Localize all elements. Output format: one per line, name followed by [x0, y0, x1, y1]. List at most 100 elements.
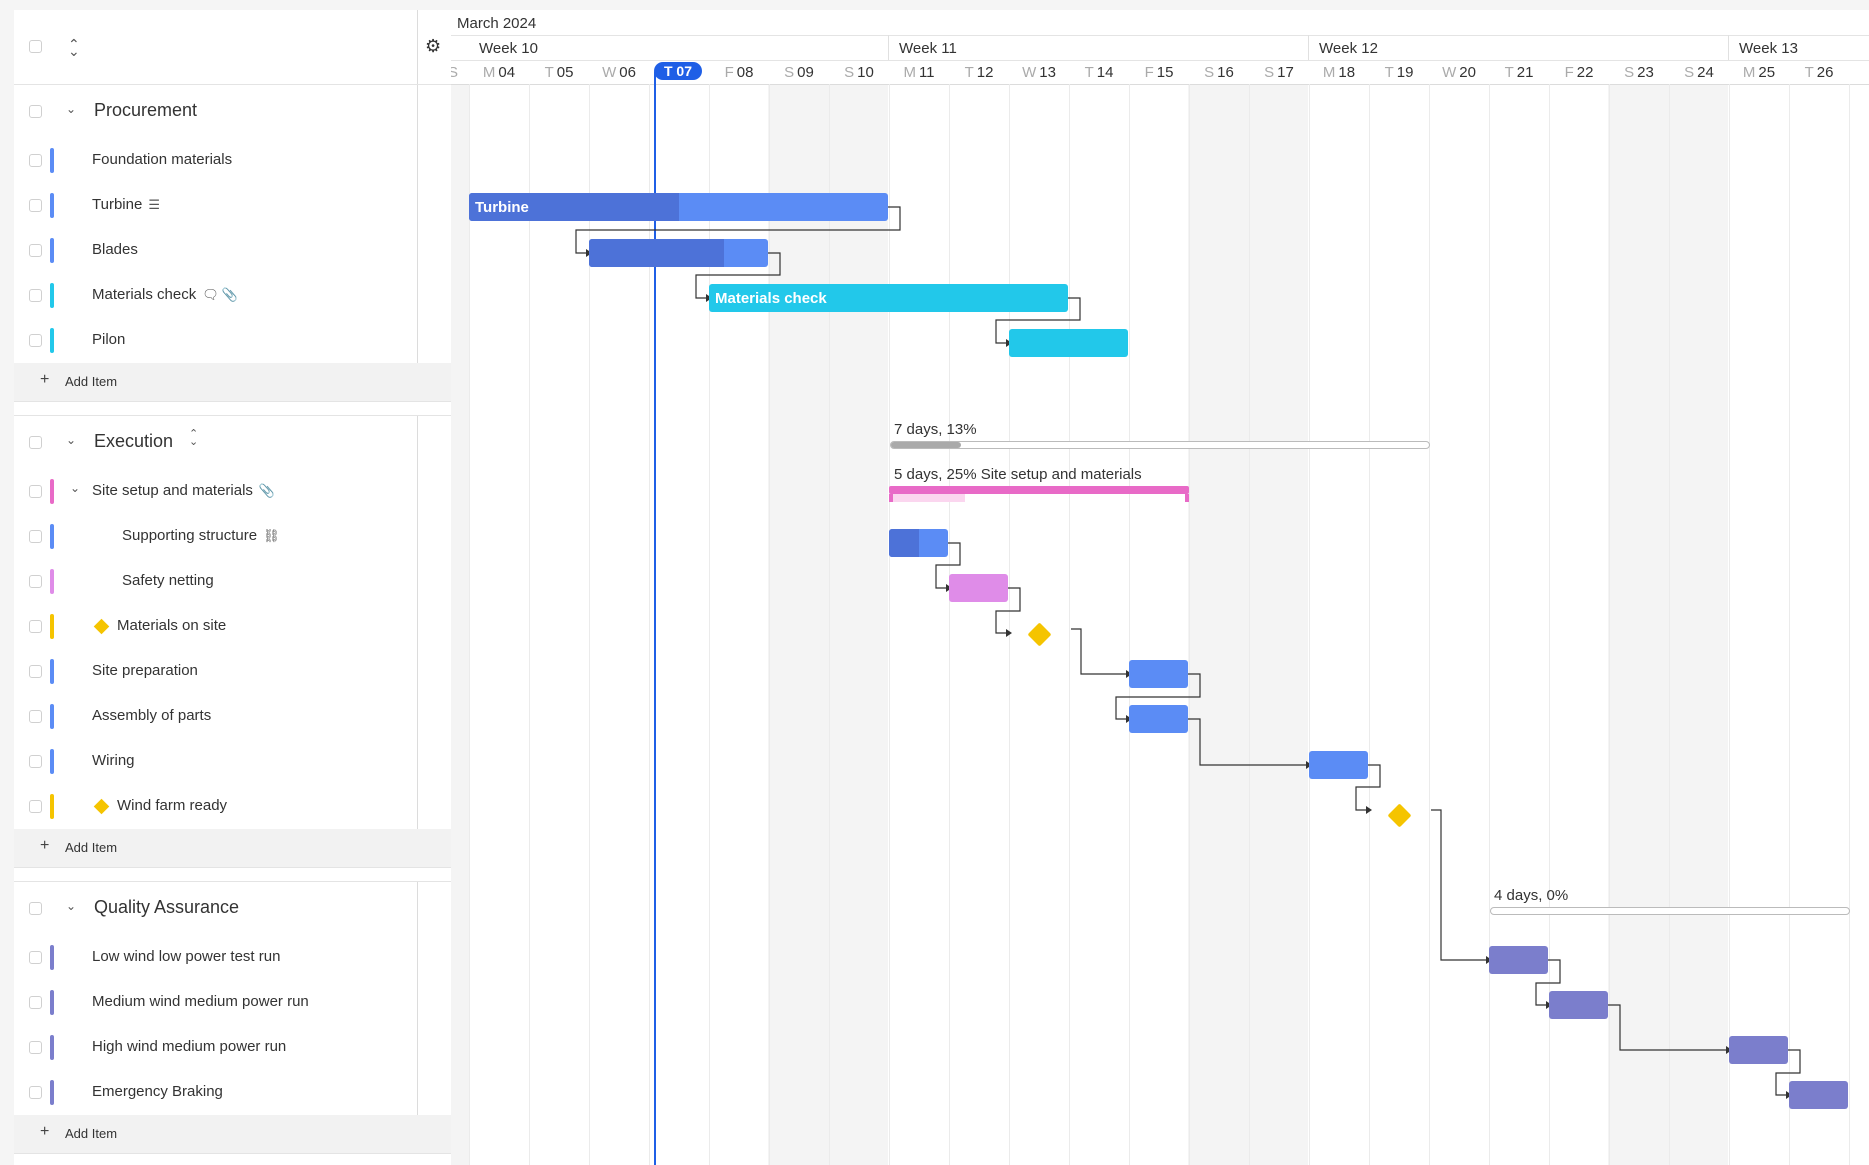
task-label: High wind medium power run [92, 1038, 287, 1055]
row-checkbox[interactable] [29, 575, 42, 588]
notes-icon[interactable]: ☰ [148, 197, 160, 213]
task-bar-high-wind[interactable] [1729, 1036, 1788, 1064]
task-label: Site setup and materials [92, 482, 253, 499]
task-bar-label: Turbine [475, 199, 529, 216]
group-title: Procurement [94, 100, 198, 120]
plus-icon: + [40, 837, 50, 854]
group-header-execution[interactable]: ⌄ Execution ⌃ ⌄ [14, 415, 451, 471]
select-all-checkbox[interactable] [29, 40, 42, 53]
task-row[interactable]: Turbine ☰ [14, 183, 451, 229]
milestone-icon [93, 618, 110, 635]
add-item-button[interactable]: + Add Item [14, 363, 451, 402]
task-bar-supporting-structure[interactable] [889, 529, 948, 557]
row-checkbox[interactable] [29, 996, 42, 1009]
add-item-label: Add Item [65, 840, 118, 855]
dependency-links [575, 206, 1801, 1099]
task-row[interactable]: Assembly of parts [14, 694, 451, 740]
collapse-icon[interactable]: ⌃ ⌄ [189, 429, 198, 448]
plus-icon: + [40, 1123, 50, 1140]
task-row[interactable]: Safety netting [14, 559, 451, 605]
milestone-icon [93, 798, 110, 815]
task-label: Supporting structure [122, 527, 258, 544]
row-checkbox[interactable] [29, 289, 42, 302]
task-bar-wiring[interactable] [1309, 751, 1368, 779]
task-bar-low-wind[interactable] [1489, 946, 1548, 974]
gear-icon[interactable]: ⚙ [425, 36, 441, 57]
group-title: Quality Assurance [94, 897, 240, 917]
task-bar-safety-netting[interactable] [949, 574, 1008, 602]
row-checkbox[interactable] [29, 755, 42, 768]
row-checkbox[interactable] [29, 951, 42, 964]
row-checkbox[interactable] [29, 485, 42, 498]
task-row[interactable]: Wiring [14, 739, 451, 785]
plus-icon: + [40, 371, 50, 388]
task-row[interactable]: Materials on site [14, 604, 451, 650]
task-row[interactable]: Supporting structure ⛓ [14, 514, 451, 560]
task-row[interactable]: Foundation materials [14, 138, 451, 184]
attachment-icon[interactable]: 📎 [259, 483, 275, 499]
task-bar-emergency-braking[interactable] [1789, 1081, 1848, 1109]
link-icon[interactable]: ⛓ [263, 528, 280, 544]
task-bar-site-preparation[interactable] [1129, 660, 1188, 688]
summary-label-site-setup: 5 days, 25% Site setup and materials [894, 466, 1142, 483]
task-bar-turbine[interactable]: Turbine [469, 193, 888, 221]
task-label: Emergency Braking [92, 1083, 223, 1100]
row-checkbox[interactable] [29, 1041, 42, 1054]
task-label: Medium wind medium power run [92, 993, 309, 1010]
summary-bar-site-setup[interactable] [889, 486, 1189, 502]
row-checkbox[interactable] [29, 800, 42, 813]
task-bar-label: Materials check [715, 290, 827, 307]
task-bar-assembly-of-parts[interactable] [1129, 705, 1188, 733]
row-checkbox[interactable] [29, 244, 42, 257]
task-row[interactable]: High wind medium power run [14, 1025, 451, 1071]
task-row[interactable]: Materials check 🗨 📎 [14, 273, 451, 319]
row-checkbox[interactable] [29, 1086, 42, 1099]
task-list-header: ⌃ ⌄ ⚙ [14, 10, 451, 85]
task-row[interactable]: Pilon [14, 318, 451, 364]
add-item-button[interactable]: + Add Item [14, 829, 451, 868]
task-row[interactable]: Medium wind medium power run [14, 980, 451, 1026]
group-checkbox[interactable] [29, 436, 42, 449]
chevron-down-icon[interactable]: ⌄ [66, 899, 76, 913]
add-item-button[interactable]: + Add Item [14, 1115, 451, 1154]
task-label: Blades [92, 241, 138, 258]
group-header-procurement[interactable]: ⌄ Procurement [14, 84, 451, 140]
task-row[interactable]: Low wind low power test run [14, 935, 451, 981]
task-row[interactable]: Emergency Braking [14, 1070, 451, 1116]
add-item-label: Add Item [65, 374, 118, 389]
chevron-down-icon[interactable]: ⌄ [70, 481, 80, 495]
attachment-icon[interactable]: 📎 [222, 287, 238, 303]
task-label: Assembly of parts [92, 707, 212, 724]
comment-icon[interactable]: 🗨 [202, 287, 219, 303]
task-label: Low wind low power test run [92, 948, 281, 965]
row-checkbox[interactable] [29, 665, 42, 678]
group-checkbox[interactable] [29, 105, 42, 118]
chevron-down-icon[interactable]: ⌄ [66, 102, 76, 116]
summary-label-qa: 4 days, 0% [1494, 887, 1569, 904]
task-row[interactable]: Site preparation [14, 649, 451, 695]
row-checkbox[interactable] [29, 154, 42, 167]
task-bar-blades[interactable] [589, 239, 768, 267]
summary-bar-qa[interactable] [1490, 907, 1850, 915]
group-title: Execution [94, 431, 174, 451]
task-row[interactable]: Wind farm ready [14, 784, 451, 830]
gantt-timeline[interactable]: March 2024 Week 10 Week 11 Week 12 Week … [451, 10, 1869, 1165]
row-checkbox[interactable] [29, 530, 42, 543]
task-label: Safety netting [122, 572, 214, 589]
task-bar-medium-wind[interactable] [1549, 991, 1608, 1019]
row-checkbox[interactable] [29, 710, 42, 723]
task-row[interactable]: Blades [14, 228, 451, 274]
task-bar-pilon[interactable] [1009, 329, 1128, 357]
task-label: Materials check [92, 286, 197, 303]
row-checkbox[interactable] [29, 620, 42, 633]
group-checkbox[interactable] [29, 902, 42, 915]
chevron-down-icon[interactable]: ⌄ [66, 433, 76, 447]
add-item-label: Add Item [65, 1126, 118, 1141]
task-bar-materials-check[interactable]: Materials check [709, 284, 1068, 312]
row-checkbox[interactable] [29, 199, 42, 212]
row-checkbox[interactable] [29, 334, 42, 347]
collapse-all-icon[interactable]: ⌃ ⌄ [68, 36, 80, 70]
summary-bar-execution[interactable] [890, 441, 1430, 449]
group-header-quality-assurance[interactable]: ⌄ Quality Assurance [14, 881, 451, 937]
task-row[interactable]: ⌄ Site setup and materials 📎 [14, 469, 451, 515]
